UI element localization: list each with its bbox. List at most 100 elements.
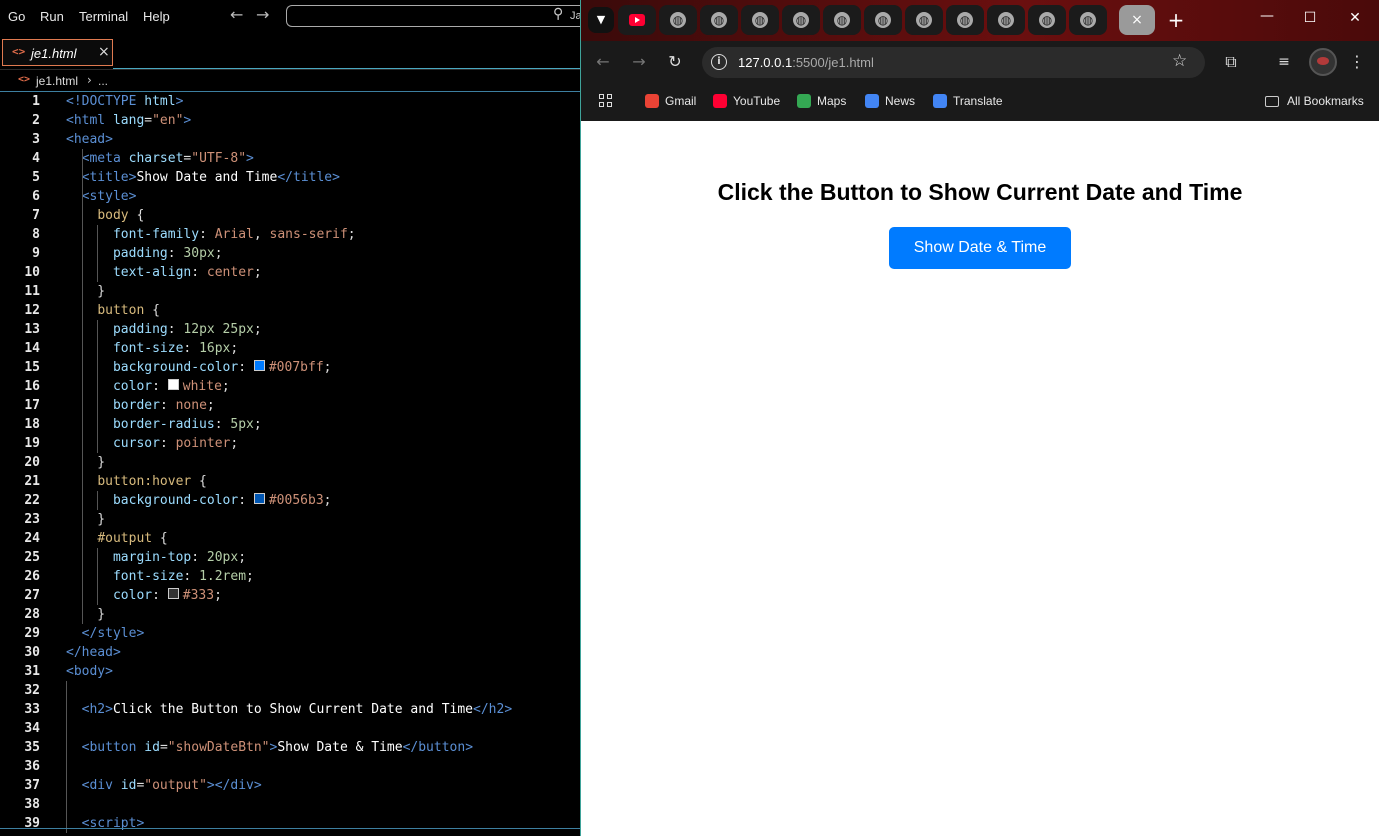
code-line[interactable]: 2 <html lang="en"> <box>0 111 581 130</box>
profile-avatar[interactable] <box>1309 48 1337 76</box>
code-line[interactable]: 35 <button id="showDateBtn">Show Date & … <box>0 738 581 757</box>
color-swatch[interactable] <box>253 493 265 504</box>
code-line[interactable]: 26 font-size: 1.2rem; <box>0 567 581 586</box>
browser-tab[interactable]: ◍ <box>987 5 1025 35</box>
breadcrumb-more[interactable]: ... <box>98 74 108 88</box>
back-arrow-icon[interactable]: ← <box>230 5 243 24</box>
code-line[interactable]: 14 font-size: 16px; <box>0 339 581 358</box>
code-text: font-size: 16px; <box>66 339 238 358</box>
code-line[interactable]: 5 <title>Show Date and Time</title> <box>0 168 581 187</box>
reload-icon[interactable]: ↻ <box>665 52 685 72</box>
browser-tab[interactable]: ◍ <box>823 5 861 35</box>
code-line[interactable]: 24 #output { <box>0 529 581 548</box>
active-tab[interactable]: × <box>1119 5 1155 35</box>
code-line[interactable]: 10 text-align: center; <box>0 263 581 282</box>
close-icon[interactable]: × <box>98 44 110 60</box>
editor-tab-je1[interactable]: <> je1.html × <box>2 39 113 66</box>
youtube-icon <box>713 94 727 108</box>
maximize-icon[interactable]: ☐ <box>1298 10 1322 30</box>
extensions-icon[interactable]: ⧉ <box>1221 52 1241 72</box>
close-icon[interactable]: × <box>1131 12 1143 28</box>
color-swatch[interactable] <box>167 588 179 599</box>
url-text[interactable]: 127.0.0.1:5500/je1.html <box>738 55 874 70</box>
code-line[interactable]: 33 <h2>Click the Button to Show Current … <box>0 700 581 719</box>
code-line[interactable]: 16 color: white; <box>0 377 581 396</box>
code-line[interactable]: 28 } <box>0 605 581 624</box>
site-info-icon[interactable]: i <box>711 54 727 70</box>
bookmark-translate[interactable]: Translate <box>933 92 1003 112</box>
menu-terminal[interactable]: Terminal <box>79 9 128 24</box>
code-line[interactable]: 1 <!DOCTYPE html> <box>0 92 581 111</box>
browser-tab[interactable]: ◍ <box>946 5 984 35</box>
code-line[interactable]: 22 background-color: #0056b3; <box>0 491 581 510</box>
code-line[interactable]: 30 </head> <box>0 643 581 662</box>
code-line[interactable]: 18 border-radius: 5px; <box>0 415 581 434</box>
code-editor[interactable]: 1 <!DOCTYPE html> 2 <html lang="en"> 3 <head>… <box>0 92 581 836</box>
code-line[interactable]: 17 border: none; <box>0 396 581 415</box>
code-line[interactable]: 11 } <box>0 282 581 301</box>
code-line[interactable]: 6 <style> <box>0 187 581 206</box>
browser-tab[interactable]: ◍ <box>782 5 820 35</box>
code-line[interactable]: 27 color: #333; <box>0 586 581 605</box>
code-line[interactable]: 31 <body> <box>0 662 581 681</box>
code-token: pointer <box>175 436 231 451</box>
browser-tab[interactable]: ◍ <box>700 5 738 35</box>
bookmark-maps[interactable]: Maps <box>797 92 846 112</box>
command-center[interactable]: ⚲ Ja <box>286 5 581 27</box>
line-number: 39 <box>24 816 40 831</box>
code-line[interactable]: 34 <box>0 719 581 738</box>
code-line[interactable]: 8 font-family: Arial, sans-serif; <box>0 225 581 244</box>
code-line[interactable]: 13 padding: 12px 25px; <box>0 320 581 339</box>
code-line[interactable]: 4 <meta charset="UTF-8"> <box>0 149 581 168</box>
code-line[interactable]: 19 cursor: pointer; <box>0 434 581 453</box>
browser-tab[interactable]: ◍ <box>905 5 943 35</box>
code-line[interactable]: 3 <head> <box>0 130 581 149</box>
bookmark-gmail[interactable]: Gmail <box>645 92 696 112</box>
bookmark-news[interactable]: News <box>865 92 915 112</box>
code-line[interactable]: 39 <script> <box>0 814 581 833</box>
code-line[interactable]: 36 <box>0 757 581 776</box>
forward-arrow-icon[interactable]: → <box>629 52 649 72</box>
show-date-button[interactable]: Show Date & Time <box>889 227 1071 269</box>
browser-tab[interactable]: ◍ <box>659 5 697 35</box>
forward-arrow-icon[interactable]: → <box>256 5 269 24</box>
code-line[interactable]: 38 <box>0 795 581 814</box>
code-line[interactable]: 15 background-color: #007bff; <box>0 358 581 377</box>
back-arrow-icon[interactable]: ← <box>593 52 613 72</box>
new-tab-button[interactable]: + <box>1164 8 1188 32</box>
minimize-icon[interactable]: — <box>1255 8 1279 28</box>
address-bar[interactable]: i 127.0.0.1:5500/je1.html ☆ <box>702 47 1205 78</box>
browser-tab[interactable]: ◍ <box>1028 5 1066 35</box>
menu-help[interactable]: Help <box>143 9 170 24</box>
bookmark-star-icon[interactable]: ☆ <box>1172 51 1187 71</box>
browser-tab[interactable]: ◍ <box>1069 5 1107 35</box>
line-number: 22 <box>24 493 40 508</box>
code-line[interactable]: 23 } <box>0 510 581 529</box>
bookmark-youtube[interactable]: YouTube <box>713 92 780 112</box>
code-line[interactable]: 21 button:hover { <box>0 472 581 491</box>
menu-run[interactable]: Run <box>40 9 64 24</box>
code-line[interactable]: 29 </style> <box>0 624 581 643</box>
code-line[interactable]: 25 margin-top: 20px; <box>0 548 581 567</box>
color-swatch[interactable] <box>253 360 265 371</box>
media-control-icon[interactable]: ≡ <box>1274 52 1294 72</box>
menu-kebab-icon[interactable]: ⋮ <box>1347 52 1367 72</box>
apps-grid-icon[interactable] <box>599 94 613 108</box>
code-line[interactable]: 32 <box>0 681 581 700</box>
all-bookmarks[interactable]: All Bookmarks <box>1265 92 1364 112</box>
menu-go[interactable]: Go <box>8 9 25 24</box>
browser-tab[interactable]: ◍ <box>741 5 779 35</box>
code-line[interactable]: 7 body { <box>0 206 581 225</box>
browser-tab[interactable]: ◍ <box>864 5 902 35</box>
code-line[interactable]: 12 button { <box>0 301 581 320</box>
chevron-down-icon[interactable]: ▼ <box>588 7 614 33</box>
close-window-icon[interactable]: ✕ <box>1343 10 1367 30</box>
code-line[interactable]: 37 <div id="output"></div> <box>0 776 581 795</box>
breadcrumb-file[interactable]: je1.html <box>36 74 78 88</box>
code-line[interactable]: 20 } <box>0 453 581 472</box>
code-token: border-radius <box>112 417 215 432</box>
browser-tab[interactable] <box>618 5 656 35</box>
code-line[interactable]: 9 padding: 30px; <box>0 244 581 263</box>
color-swatch[interactable] <box>167 379 179 390</box>
